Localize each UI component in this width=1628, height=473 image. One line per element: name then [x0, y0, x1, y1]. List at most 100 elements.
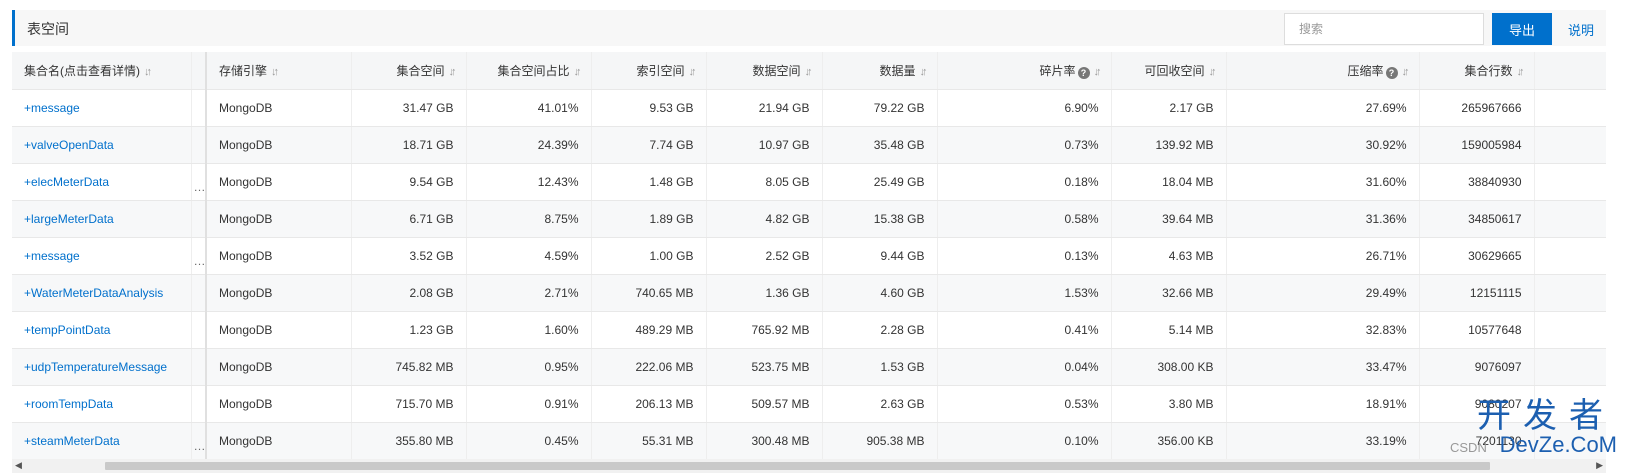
coll-ratio-cell: 2.71%: [466, 274, 592, 312]
collection-name-link[interactable]: +largeMeterData: [12, 200, 192, 238]
sort-arrows-icon[interactable]: ↓↑: [574, 66, 582, 78]
data-amount-cell: 15.38 GB: [822, 200, 938, 238]
data-amount-cell: 2.63 GB: [822, 385, 938, 423]
sort-arrows-icon[interactable]: ↓↑: [1209, 66, 1217, 78]
sort-arrows-icon[interactable]: ↓↑: [920, 66, 928, 78]
table-row[interactable]: +steamMeterData… MongoDB 355.80 MB 0.45% 55.…: [12, 422, 1606, 459]
collection-name-link[interactable]: +message: [12, 89, 192, 127]
search-input[interactable]: [1284, 13, 1484, 45]
truncated-cell: …: [191, 237, 207, 275]
sort-arrows-icon[interactable]: ↓↑: [1402, 66, 1410, 78]
table-row[interactable]: +tempPointData MongoDB 1.23 GB 1.60% 489.29 …: [12, 311, 1606, 349]
collection-name-link[interactable]: +tempPointData: [12, 311, 192, 349]
compress-cell: 33.19%: [1226, 422, 1420, 459]
coll-ratio-cell: 41.01%: [466, 89, 592, 127]
index-space-cell: 740.65 MB: [591, 274, 707, 312]
col-compress-header[interactable]: 压缩率? ↓↑: [1226, 52, 1420, 90]
table-row[interactable]: +valveOpenData MongoDB 18.71 GB 24.39% 7.74 …: [12, 126, 1606, 164]
table-row[interactable]: +elecMeterData… MongoDB 9.54 GB 12.43% 1.48 …: [12, 163, 1606, 201]
watermark-title: 开发者: [1477, 397, 1615, 435]
frag-rate-cell: 0.04%: [937, 348, 1112, 386]
col-name-header[interactable]: 集合名(点击查看详情) ↓↑: [12, 52, 192, 90]
truncated-cell: [191, 348, 207, 386]
engine-cell: MongoDB: [206, 126, 352, 164]
scrollbar-thumb[interactable]: [105, 462, 1490, 470]
spacer-cell: [1534, 237, 1606, 275]
index-space-cell: 55.31 MB: [591, 422, 707, 459]
sort-arrows-icon[interactable]: ↓↑: [144, 66, 152, 78]
table-row[interactable]: +message… MongoDB 3.52 GB 4.59% 1.00 GB 2.52 …: [12, 237, 1606, 275]
collection-name-link[interactable]: +udpTemperatureMessage: [12, 348, 192, 386]
engine-cell: MongoDB: [206, 89, 352, 127]
col-coll-space-header[interactable]: 集合空间 ↓↑: [351, 52, 467, 90]
table-row[interactable]: +roomTempData MongoDB 715.70 MB 0.91% 206.13…: [12, 385, 1606, 423]
reclaim-cell: 39.64 MB: [1111, 200, 1227, 238]
help-link[interactable]: 说明: [1568, 20, 1594, 39]
frag-rate-cell: 0.58%: [937, 200, 1112, 238]
sort-arrows-icon[interactable]: ↓↑: [689, 66, 697, 78]
coll-space-cell: 18.71 GB: [351, 126, 467, 164]
engine-cell: MongoDB: [206, 237, 352, 275]
sort-arrows-icon[interactable]: ↓↑: [1094, 66, 1102, 78]
reclaim-cell: 2.17 GB: [1111, 89, 1227, 127]
spacer-cell: [1534, 274, 1606, 312]
table-row[interactable]: +message MongoDB 31.47 GB 41.01% 9.53 GB 21.9…: [12, 89, 1606, 127]
index-space-cell: 1.48 GB: [591, 163, 707, 201]
collection-name-link[interactable]: +elecMeterData: [12, 163, 192, 201]
sort-arrows-icon[interactable]: ↓↑: [805, 66, 813, 78]
col-index-space-header[interactable]: 索引空间 ↓↑: [591, 52, 707, 90]
export-button[interactable]: 导出: [1492, 13, 1552, 45]
col-fixed-edge: [191, 52, 207, 90]
coll-ratio-cell: 12.43%: [466, 163, 592, 201]
col-rows-header[interactable]: 集合行数 ↓↑: [1419, 52, 1535, 90]
col-data-amount-header[interactable]: 数据量 ↓↑: [822, 52, 938, 90]
reclaim-cell: 356.00 KB: [1111, 422, 1227, 459]
col-coll-ratio-header[interactable]: 集合空间占比 ↓↑: [466, 52, 592, 90]
collection-name-link[interactable]: +steamMeterData: [12, 422, 192, 459]
compress-cell: 26.71%: [1226, 237, 1420, 275]
table-row[interactable]: +largeMeterData MongoDB 6.71 GB 8.75% 1.89 G…: [12, 200, 1606, 238]
coll-ratio-cell: 8.75%: [466, 200, 592, 238]
question-icon[interactable]: ?: [1385, 66, 1398, 79]
spacer-cell: [1534, 163, 1606, 201]
col-engine-header[interactable]: 存储引擎 ↓↑: [206, 52, 352, 90]
table-row[interactable]: +udpTemperatureMessage MongoDB 745.82 MB 0.…: [12, 348, 1606, 386]
coll-space-cell: 31.47 GB: [351, 89, 467, 127]
engine-cell: MongoDB: [206, 311, 352, 349]
truncated-cell: …: [191, 422, 207, 459]
data-space-cell: 509.57 MB: [706, 385, 823, 423]
truncated-cell: …: [191, 163, 207, 201]
data-amount-cell: 905.38 MB: [822, 422, 938, 459]
sort-arrows-icon[interactable]: ↓↑: [271, 66, 279, 78]
coll-ratio-cell: 0.95%: [466, 348, 592, 386]
scroll-left-icon[interactable]: ◀: [15, 460, 22, 471]
collection-name-link[interactable]: +message: [12, 237, 192, 275]
sort-arrows-icon[interactable]: ↓↑: [1517, 66, 1525, 78]
horizontal-scrollbar[interactable]: ◀ ▶: [12, 459, 1606, 473]
data-amount-cell: 4.60 GB: [822, 274, 938, 312]
rows-cell: 9076097: [1419, 348, 1535, 386]
question-icon[interactable]: ?: [1077, 66, 1090, 79]
coll-space-cell: 3.52 GB: [351, 237, 467, 275]
coll-ratio-cell: 0.45%: [466, 422, 592, 459]
col-reclaim-header[interactable]: 可回收空间 ↓↑: [1111, 52, 1227, 90]
coll-space-cell: 355.80 MB: [351, 422, 467, 459]
reclaim-cell: 18.04 MB: [1111, 163, 1227, 201]
data-space-cell: 8.05 GB: [706, 163, 823, 201]
col-spacer: [1534, 52, 1606, 90]
index-space-cell: 489.29 MB: [591, 311, 707, 349]
index-space-cell: 7.74 GB: [591, 126, 707, 164]
table-row[interactable]: +WaterMeterDataAnalysis MongoDB 2.08 GB 2.7…: [12, 274, 1606, 312]
collection-name-link[interactable]: +roomTempData: [12, 385, 192, 423]
frag-rate-cell: 0.73%: [937, 126, 1112, 164]
collection-name-link[interactable]: +WaterMeterDataAnalysis: [12, 274, 192, 312]
data-space-cell: 4.82 GB: [706, 200, 823, 238]
frag-rate-cell: 0.41%: [937, 311, 1112, 349]
coll-ratio-cell: 0.91%: [466, 385, 592, 423]
col-data-space-header[interactable]: 数据空间 ↓↑: [706, 52, 823, 90]
col-frag-rate-header[interactable]: 碎片率? ↓↑: [937, 52, 1112, 90]
engine-cell: MongoDB: [206, 274, 352, 312]
sort-arrows-icon[interactable]: ↓↑: [449, 66, 457, 78]
rows-cell: 30629665: [1419, 237, 1535, 275]
collection-name-link[interactable]: +valveOpenData: [12, 126, 192, 164]
